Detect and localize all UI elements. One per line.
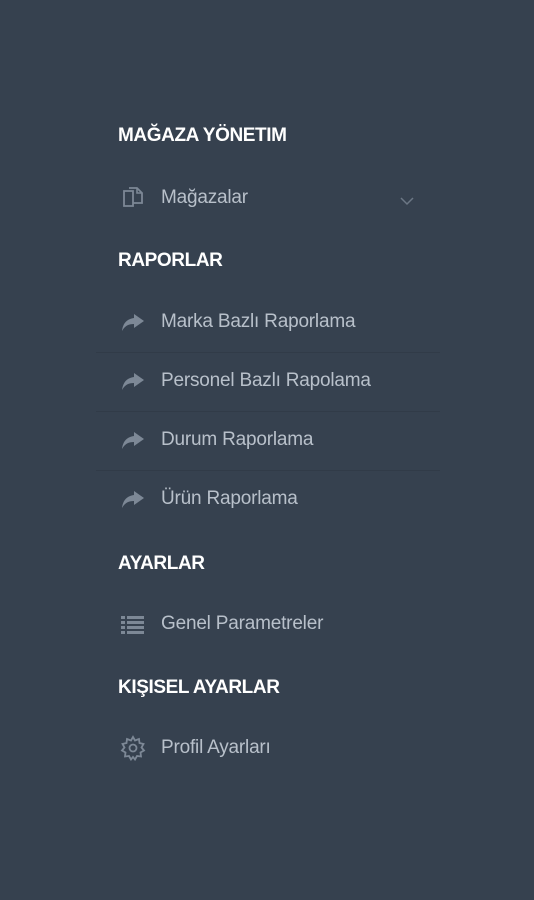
sidebar-item-label: Genel Parametreler	[161, 613, 324, 634]
section-title-personal: KIŞISEL AYARLAR	[118, 677, 280, 698]
sidebar-item-profile-settings[interactable]: Profil Ayarları	[96, 720, 440, 776]
sidebar-item-label: Marka Bazlı Raporlama	[161, 311, 356, 332]
sidebar-item-general-params[interactable]: Genel Parametreler	[96, 596, 440, 652]
sidebar-item-brand-report[interactable]: Marka Bazlı Raporlama	[96, 294, 440, 350]
share-arrow-icon	[120, 427, 146, 453]
share-arrow-icon	[120, 309, 146, 335]
copy-icon	[120, 185, 146, 211]
sidebar-item-label: Mağazalar	[161, 187, 248, 208]
section-title-reports: RAPORLAR	[118, 250, 223, 271]
sidebar-item-stores[interactable]: Mağazalar	[96, 170, 440, 226]
share-arrow-icon	[120, 368, 146, 394]
list-icon	[120, 611, 146, 637]
sidebar-item-status-report[interactable]: Durum Raporlama	[96, 412, 440, 468]
sidebar-item-product-report[interactable]: Ürün Raporlama	[96, 471, 440, 527]
sidebar-item-label: Durum Raporlama	[161, 429, 314, 450]
section-title-store: MAĞAZA YÖNETIM	[118, 125, 287, 146]
sidebar-item-label: Profil Ayarları	[161, 737, 271, 758]
chevron-down-icon[interactable]	[400, 193, 414, 206]
sidebar-item-label: Ürün Raporlama	[161, 488, 298, 509]
section-title-settings: AYARLAR	[118, 553, 205, 574]
share-arrow-icon	[120, 486, 146, 512]
sidebar: MAĞAZA YÖNETIM Mağazalar RAPORLAR Marka …	[0, 0, 534, 900]
sidebar-item-staff-report[interactable]: Personel Bazlı Rapolama	[96, 353, 440, 409]
sidebar-item-label: Personel Bazlı Rapolama	[161, 370, 371, 391]
gear-icon	[120, 735, 146, 761]
